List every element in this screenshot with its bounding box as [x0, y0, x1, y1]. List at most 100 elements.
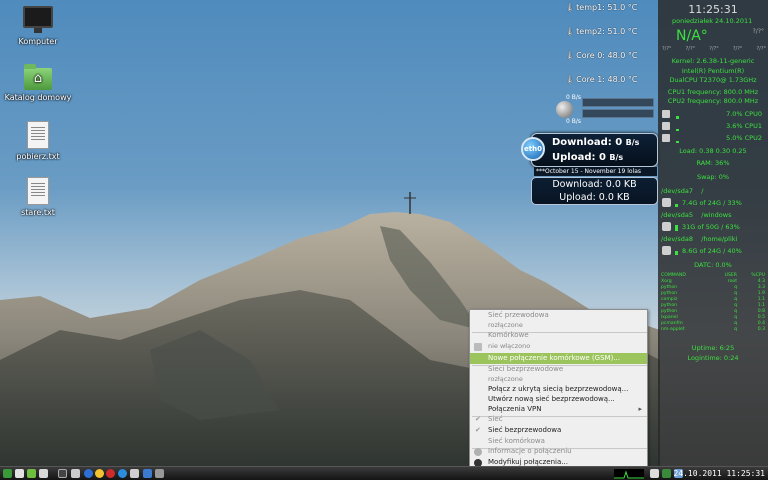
hard-disk-icon	[662, 246, 671, 255]
eth-upload: Upload: 0 B/s	[552, 152, 624, 163]
disk-usage-bar	[675, 204, 678, 207]
process-cell: nm-applet	[661, 327, 685, 332]
weather-temp: N/A°	[676, 28, 708, 44]
menu-icon[interactable]	[3, 469, 12, 478]
disk-usage-bar	[675, 225, 678, 231]
netgraph-down-bar	[582, 98, 654, 107]
network-tray-icon[interactable]	[662, 469, 671, 478]
cpu-usage-row: 3.6% CPU1	[662, 121, 766, 132]
thermometer-icon: 🌡	[565, 27, 576, 36]
desktop-icon-stare[interactable]: stare.txt	[0, 177, 76, 217]
conky-panel: 11:25:31 poniedziałek 24.10.2011 N/A° ?/…	[658, 0, 768, 466]
hard-disk-icon	[662, 222, 671, 231]
temp-readout: 🌡temp2: 51.0 °C	[565, 27, 638, 36]
forecast-item: ?/?°	[685, 46, 696, 52]
network-interface-icon: eth0	[521, 137, 545, 161]
cpu2-frequency: CPU2 frequency: 800.0 MHz	[667, 97, 759, 105]
process-cell: q	[734, 327, 737, 332]
thermometer-icon: 🌡	[565, 51, 576, 60]
uptime: Uptime: 6:25	[691, 344, 735, 352]
home-folder-icon	[24, 64, 52, 90]
desktop-icon-home-folder[interactable]: Katalog domowy	[0, 64, 76, 102]
cpu-usage-row: 5.0% CPU2	[662, 133, 766, 144]
cpu-icon	[662, 110, 670, 118]
chat-icon[interactable]	[58, 469, 67, 478]
text-file-icon	[27, 121, 49, 149]
monitor-icon	[23, 6, 53, 33]
taskbar-clock[interactable]: 24.10.2011 11:25:31	[673, 467, 765, 480]
disk-mount: /dev/sda7 /	[661, 187, 704, 195]
disk-usage: 8.6G of 24G / 40%	[682, 247, 742, 255]
menu-item-connection-info[interactable]: Informacje o połączeniu	[470, 446, 647, 457]
temp-readout: 🌡Core 1: 48.0 °C	[565, 75, 638, 84]
disk-usage: 31G of 50G / 63%	[682, 223, 740, 231]
cpu-usage-value: 7.0% CPU0	[726, 110, 762, 118]
cpu1-frequency: CPU1 frequency: 800.0 MHz	[667, 88, 759, 96]
info-icon	[474, 448, 482, 456]
cpu-usage-value: 5.0% CPU2	[726, 134, 762, 142]
temp-readout: 🌡Core 0: 48.0 °C	[565, 51, 638, 60]
cpu-gauge	[676, 129, 679, 131]
desktop-icon-label: Komputer	[18, 37, 58, 46]
cpu-gauge	[676, 116, 679, 119]
menu-item-network-toggle[interactable]: ✔ Sieć	[470, 414, 647, 425]
menu-item-mobile: Komórkowe	[488, 331, 529, 339]
files-icon[interactable]	[15, 469, 24, 478]
swap-usage: Swap: 0%	[696, 173, 730, 181]
cpu-usage-row: 7.0% CPU0	[662, 109, 766, 120]
netgraph-up-label: 0 B/s	[566, 118, 581, 125]
shield-icon[interactable]	[650, 469, 659, 478]
cpu-name: Intel(R) Pentium(R)	[681, 67, 745, 75]
logintime: Logintime: 0:24	[687, 354, 739, 362]
weather-forecast-row: ?/?° ?/?° ?/?° ?/?° ?/?°	[662, 46, 766, 52]
checkmark-icon: ✔	[475, 415, 481, 423]
disk-usage: 7.4G of 24G / 33%	[682, 199, 742, 207]
kernel-info: Kernel: 2.6.38-11-generic	[671, 57, 755, 65]
tools-icon[interactable]	[118, 469, 127, 478]
netgraph-up-bar	[582, 109, 654, 118]
disk-mount: /dev/sda8 /home/pliki	[661, 235, 738, 243]
network-activity-graph	[614, 469, 644, 479]
music-icon[interactable]	[84, 469, 93, 478]
desktop: Komputer Katalog domowy pobierz.txt star…	[0, 0, 768, 466]
weather-range: ?/?°	[752, 28, 764, 35]
edit-icon	[474, 459, 482, 466]
app-icon[interactable]	[143, 469, 152, 478]
terminal-icon[interactable]	[27, 469, 36, 478]
menu-item-wireless-toggle[interactable]: ✔ Sieć bezprzewodowa	[470, 425, 647, 436]
load-average: Load: 0.38 0.30 0.25	[679, 147, 747, 155]
disk-usage-bar	[675, 251, 678, 255]
table-row: nm-applet q 0.3	[661, 327, 765, 333]
checkmark-icon: ✔	[475, 426, 481, 434]
temp-readout: 🌡temp1: 51.0 °C	[565, 3, 638, 12]
process-list: COMMAND USER %CPU Xorg root 4.3 python q 3.3 p…	[661, 273, 765, 333]
datc-usage: DATC: 0.0%	[694, 261, 732, 269]
menu-item-edit-connections[interactable]: Modyfikuj połączenia...	[470, 457, 647, 466]
browser-icon[interactable]	[39, 469, 48, 478]
kb-download: Download: 0.0 KB	[552, 179, 637, 190]
conky-clock: 11:25:31	[688, 3, 738, 16]
thermometer-icon: 🌡	[565, 3, 576, 12]
signal-bars-icon	[474, 343, 482, 351]
thermometer-icon: 🌡	[565, 75, 576, 84]
netgraph-down-label: 0 B/s	[566, 94, 581, 101]
desktop-icon-label: pobierz.txt	[16, 152, 60, 161]
desktop-icon-computer[interactable]: Komputer	[0, 6, 76, 46]
text-file-icon	[27, 177, 49, 205]
network-activity-sparkline	[614, 470, 644, 479]
skype-icon[interactable]	[95, 469, 104, 478]
eth-speed-widget: eth0 Download: 0 B/s Upload: 0 B/s	[521, 133, 658, 167]
forecast-item: ?/?°	[662, 46, 672, 52]
taskbar: 24.10.2011 11:25:31	[0, 466, 768, 480]
menu-item-mobile-status: nie włączono	[470, 341, 647, 352]
settings-icon[interactable]	[106, 469, 115, 478]
disk-mount: /dev/sda5 /windows	[661, 211, 732, 219]
desktop-icon-pobierz[interactable]: pobierz.txt	[0, 121, 76, 161]
cpu-icon	[662, 122, 670, 130]
app-icon[interactable]	[130, 469, 139, 478]
app-icon[interactable]	[155, 469, 164, 478]
mail-icon[interactable]	[71, 469, 80, 478]
cpu-icon	[662, 134, 670, 142]
menu-item-new-gsm[interactable]: Nowe połączenie komórkowe (GSM)...	[470, 353, 647, 364]
conky-date: poniedziałek 24.10.2011	[672, 17, 753, 25]
